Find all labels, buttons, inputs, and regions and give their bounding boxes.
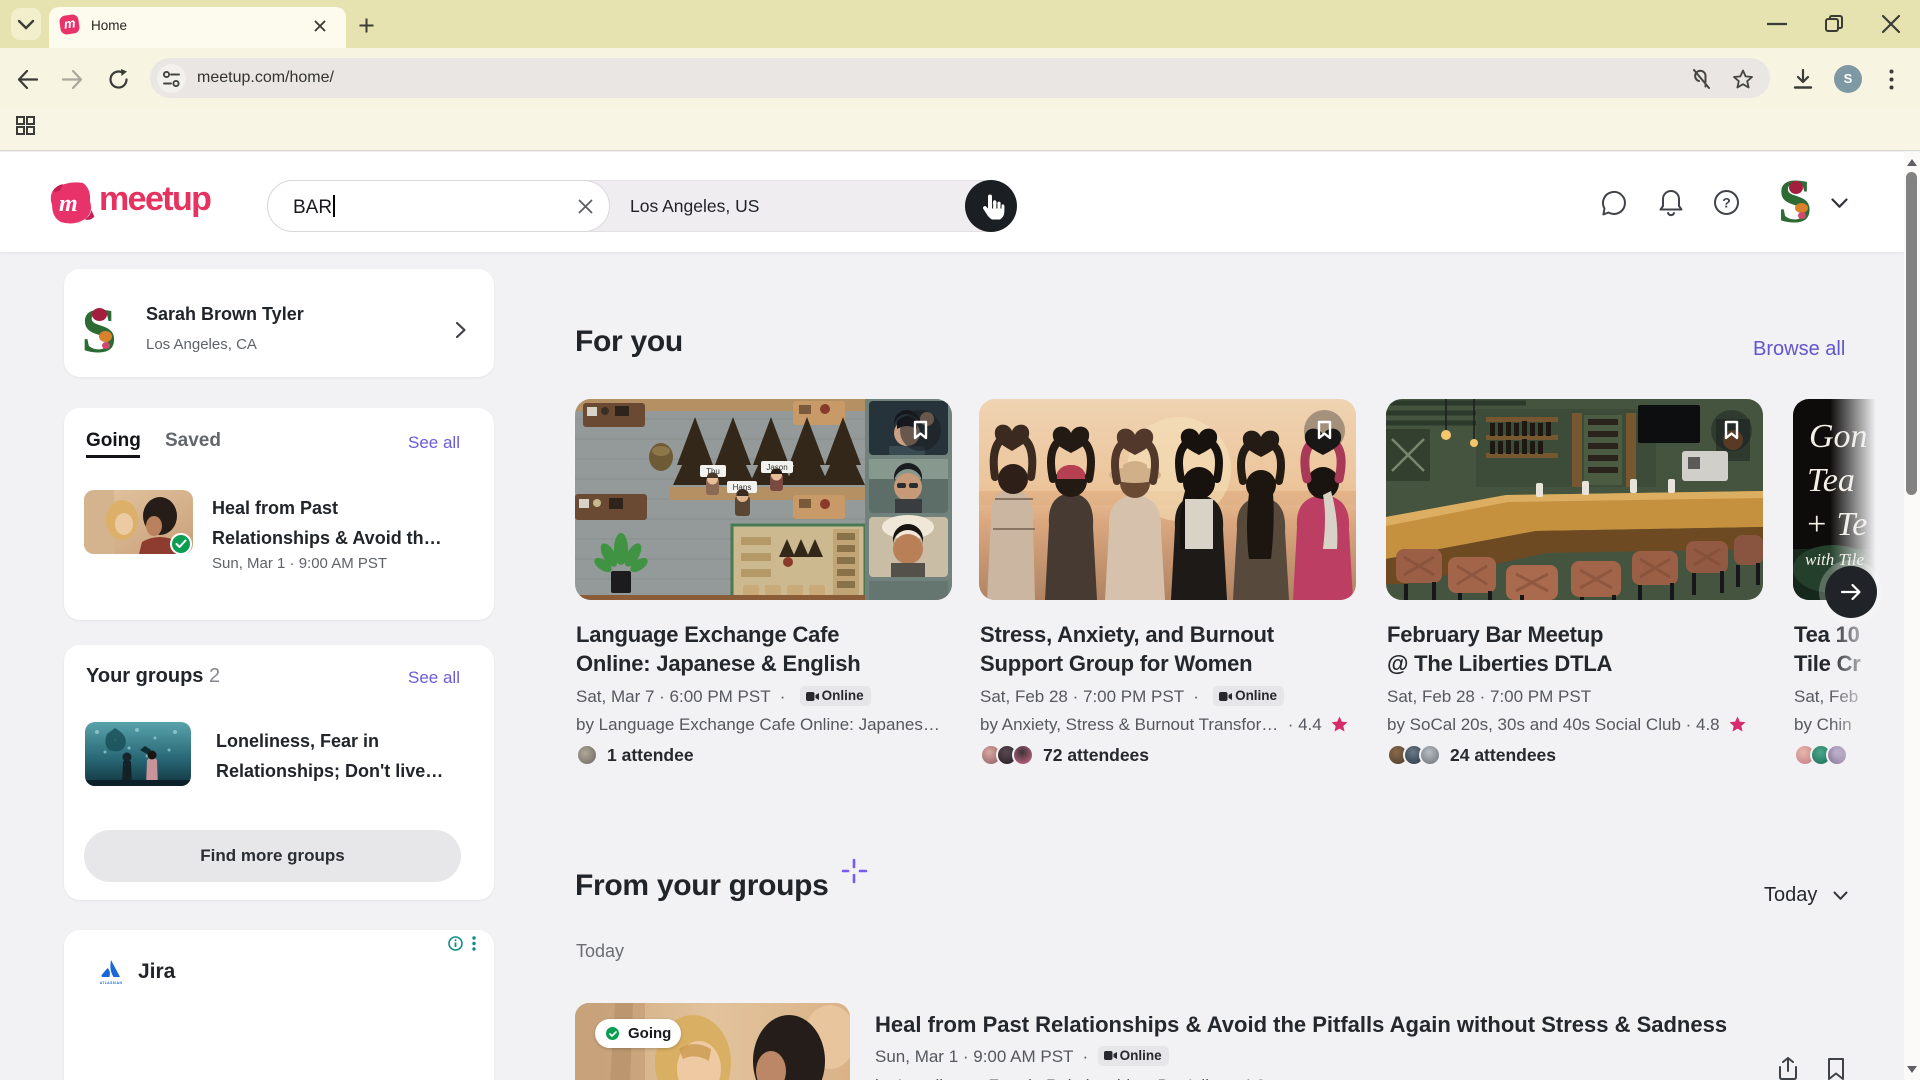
svg-text:m: m: [59, 191, 78, 217]
svg-text:ATLASSIAN: ATLASSIAN: [100, 981, 123, 985]
svg-text:?: ?: [1722, 195, 1731, 211]
